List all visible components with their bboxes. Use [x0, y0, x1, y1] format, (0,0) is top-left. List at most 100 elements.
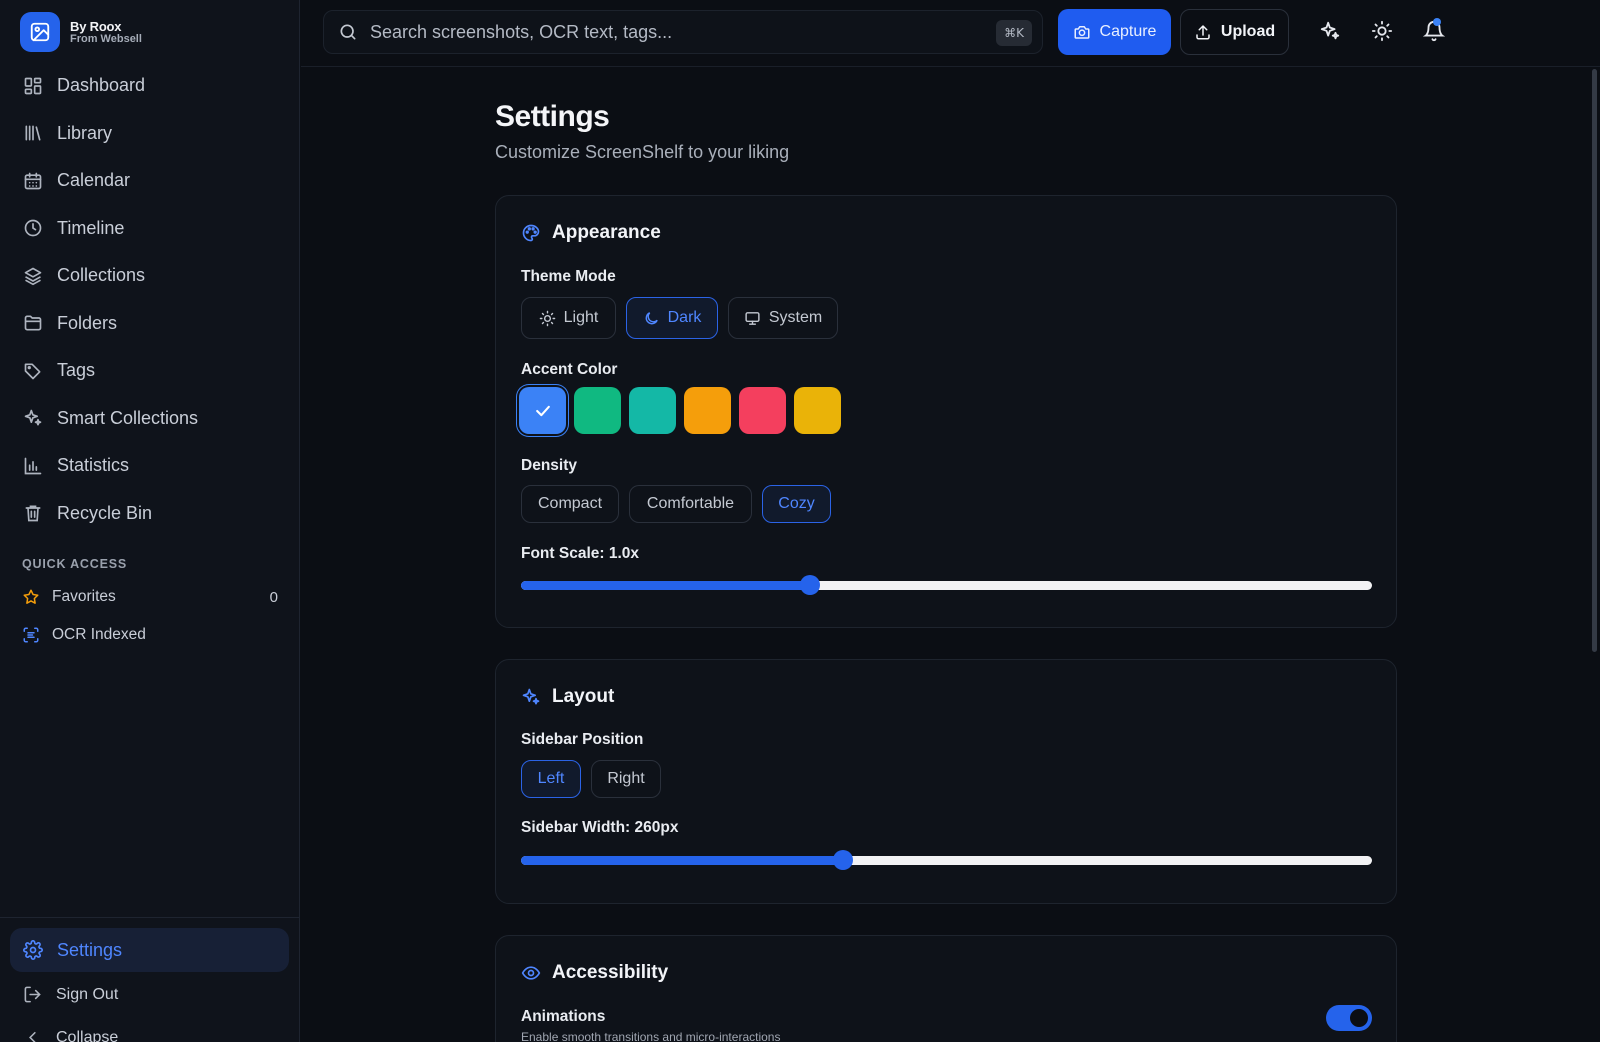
sidebar-width-label: Sidebar Width: 260px: [521, 819, 679, 836]
brand-subtitle: From Websell: [70, 32, 142, 45]
density-option-comfortable[interactable]: Comfortable: [629, 485, 752, 523]
slider-fill: [521, 856, 843, 865]
search-icon: [340, 24, 356, 40]
sidebar-item-tags[interactable]: Tags: [12, 347, 288, 395]
sidebar-item-collections[interactable]: Collections: [12, 252, 288, 300]
theme-option-light[interactable]: Light: [521, 297, 616, 339]
bar-chart-icon: [24, 457, 42, 475]
density-compact-label: Compact: [537, 495, 603, 512]
check-icon: [535, 405, 550, 416]
gear-icon: [23, 940, 43, 960]
shortcut-hint: ⌘K: [996, 20, 1032, 46]
layers-icon: [24, 267, 42, 285]
accent-swatch[interactable]: [739, 387, 786, 434]
theme-system-label: System: [768, 309, 823, 326]
sidebar-item-label: Library: [57, 122, 113, 143]
sidebar-item-label: Tags: [57, 360, 96, 381]
sign-out-button[interactable]: Sign Out: [23, 985, 118, 1004]
camera-icon: [1074, 26, 1090, 39]
slider-thumb[interactable]: [800, 575, 821, 595]
density-option-cozy[interactable]: Cozy: [762, 485, 831, 523]
sidebar-item-smart-collections[interactable]: Smart Collections: [12, 395, 288, 443]
layout-title: Layout: [552, 686, 615, 707]
sidebar-item-label: Smart Collections: [57, 407, 199, 428]
theme-dark-label: Dark: [667, 309, 702, 326]
sparkles-icon: [24, 409, 42, 426]
accent-swatch[interactable]: [629, 387, 676, 434]
sidebar-item-calendar[interactable]: Calendar: [12, 157, 288, 205]
position-left-label: Left: [537, 770, 565, 787]
sidebar-item-label: Collections: [57, 265, 146, 286]
sidebar-item-folders[interactable]: Folders: [12, 300, 288, 348]
sidebar-item-library[interactable]: Library: [12, 110, 288, 158]
quick-item-ocr-indexed[interactable]: OCR Indexed: [22, 622, 278, 648]
theme-toggle-button[interactable]: [1371, 20, 1393, 42]
accessibility-title: Accessibility: [552, 962, 669, 983]
sidebar-item-label: Folders: [57, 312, 118, 333]
sidebar-item-settings[interactable]: Settings: [10, 928, 289, 972]
scrollbar[interactable]: [1592, 69, 1597, 652]
sidebar-item-dashboard[interactable]: Dashboard: [12, 62, 288, 110]
sidebar-width-slider[interactable]: [521, 850, 1372, 870]
accent-color-label: Accent Color: [521, 361, 618, 378]
position-right-label: Right: [607, 770, 645, 787]
slider-thumb[interactable]: [832, 850, 853, 870]
density-option-compact[interactable]: Compact: [521, 485, 619, 523]
chevron-left-icon: [29, 1031, 36, 1042]
accent-swatch[interactable]: [574, 387, 621, 434]
sidebar-item-statistics[interactable]: Statistics: [12, 442, 288, 490]
theme-mode-label: Theme Mode: [521, 268, 616, 285]
theme-light-label: Light: [563, 309, 599, 326]
animations-toggle[interactable]: [1326, 1005, 1372, 1031]
slider-fill: [521, 581, 811, 590]
trash-icon: [25, 505, 41, 522]
density-comfortable-label: Comfortable: [646, 495, 735, 512]
appearance-header: Appearance: [521, 222, 661, 244]
collapse-label: Collapse: [56, 1028, 119, 1042]
ai-sparkles-button[interactable]: [1319, 20, 1341, 42]
search-input[interactable]: [370, 21, 970, 43]
library-icon: [25, 125, 41, 141]
brand[interactable]: By Roox From Websell: [20, 12, 142, 52]
toggle-knob: [1350, 1009, 1368, 1027]
search-bar[interactable]: ⌘K: [323, 10, 1043, 54]
top-bar: ⌘K Capture Upload: [301, 0, 1600, 67]
layout-header: Layout: [521, 686, 614, 708]
capture-button[interactable]: Capture: [1058, 9, 1171, 55]
sidebar-item-label: Timeline: [57, 217, 125, 238]
sparkles-icon: [522, 688, 540, 705]
collapse-button[interactable]: Collapse: [23, 1028, 118, 1042]
sidebar-item-timeline[interactable]: Timeline: [12, 205, 288, 253]
density-cozy-label: Cozy: [778, 495, 815, 512]
palette-icon: [522, 224, 540, 242]
settings-label: Settings: [57, 939, 123, 960]
page-subtitle: Customize ScreenShelf to your liking: [495, 142, 790, 162]
upload-button[interactable]: Upload: [1180, 9, 1289, 55]
quick-item-favorites[interactable]: Favorites 0: [22, 584, 278, 610]
animations-description: Enable smooth transitions and micro-inte…: [521, 1030, 781, 1042]
position-option-right[interactable]: Right: [591, 760, 661, 798]
animations-label: Animations: [521, 1008, 606, 1025]
appearance-title: Appearance: [552, 222, 661, 243]
eye-icon: [521, 966, 541, 980]
font-scale-slider[interactable]: [521, 575, 1372, 595]
sparkles-icon: [1320, 21, 1340, 40]
position-option-left[interactable]: Left: [521, 760, 581, 798]
sidebar-item-label: Statistics: [57, 455, 130, 476]
sidebar: By Roox From Websell Dashboard Library C…: [0, 0, 300, 1042]
accent-swatch[interactable]: [519, 387, 566, 434]
density-label: Density: [521, 457, 577, 474]
sidebar-divider: [0, 917, 300, 918]
monitor-icon: [745, 311, 760, 325]
accent-swatch[interactable]: [794, 387, 841, 434]
theme-option-system[interactable]: System: [728, 297, 838, 339]
accent-swatch[interactable]: [684, 387, 731, 434]
accessibility-card: [495, 935, 1397, 1042]
favorites-count: 0: [269, 588, 278, 606]
calendar-icon: [24, 172, 42, 190]
star-icon: [23, 589, 39, 604]
folder-icon: [24, 315, 42, 331]
upload-label: Upload: [1220, 23, 1276, 40]
theme-option-dark[interactable]: Dark: [626, 297, 718, 339]
sidebar-item-recycle-bin[interactable]: Recycle Bin: [12, 490, 288, 538]
